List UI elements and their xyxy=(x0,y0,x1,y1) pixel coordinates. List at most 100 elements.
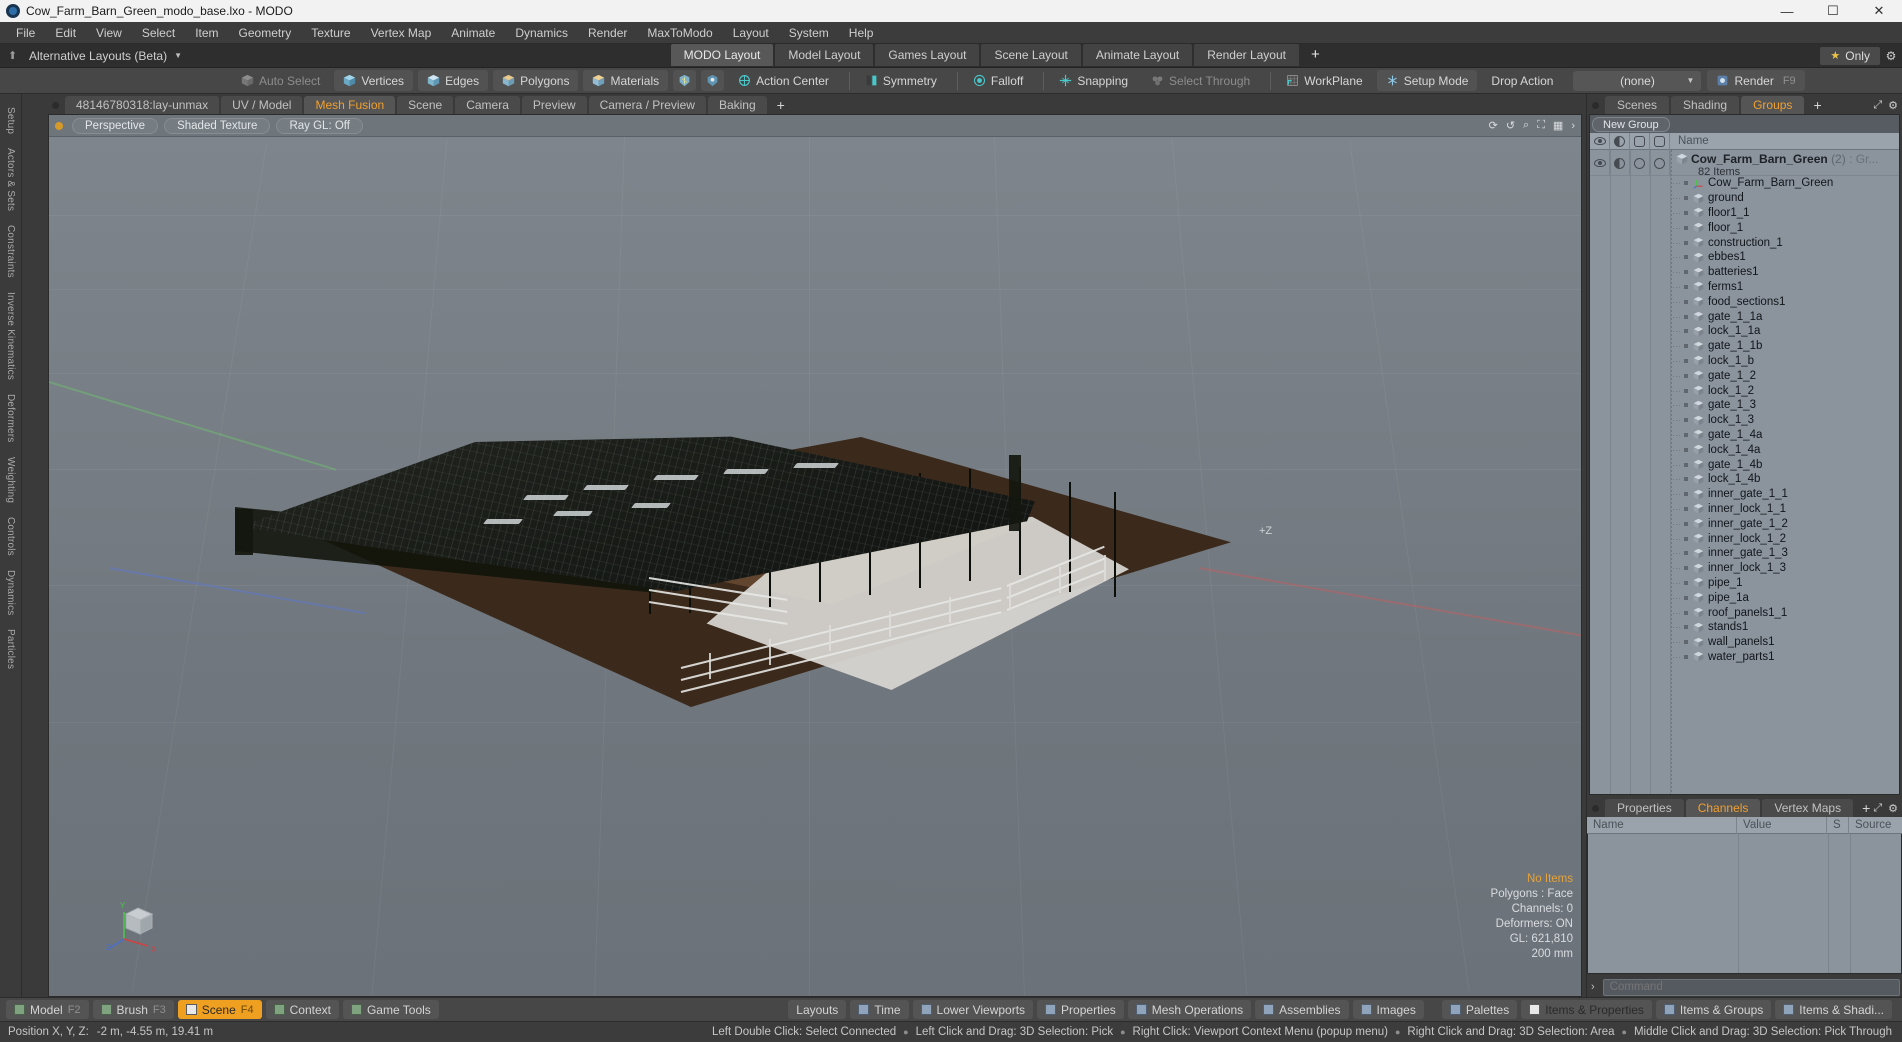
gear-icon[interactable]: ⚙ xyxy=(1884,49,1898,63)
tree-node-icon[interactable] xyxy=(1684,580,1688,585)
rail-item-constraints[interactable]: Constraints xyxy=(5,218,16,285)
select-by-shape-button[interactable] xyxy=(701,70,725,91)
column-render-icon[interactable] xyxy=(1630,132,1650,150)
tree-node-icon[interactable] xyxy=(1684,344,1688,349)
undo-icon[interactable]: ↺ xyxy=(1506,119,1515,132)
tree-node-icon[interactable] xyxy=(1684,477,1688,482)
viewport-tab-uv-model[interactable]: UV / Model xyxy=(221,96,303,114)
vertices-button[interactable]: Vertices xyxy=(334,70,414,91)
drop-action-select[interactable]: (none) ▼ xyxy=(1573,70,1702,91)
edges-button[interactable]: Edges xyxy=(418,70,489,91)
tree-node-icon[interactable] xyxy=(1684,388,1688,393)
viewport-tab-48146780318-lay-unmax[interactable]: 48146780318:lay-unmax xyxy=(65,96,220,114)
viewport-menu-dot-icon[interactable] xyxy=(52,102,59,109)
layout-tab-render-layout[interactable]: Render Layout xyxy=(1194,43,1299,66)
tree-node-icon[interactable] xyxy=(1684,210,1688,215)
tree-node-icon[interactable] xyxy=(1684,447,1688,452)
expand-icon[interactable]: ⤢ xyxy=(1873,802,1882,815)
channels-table-body[interactable] xyxy=(1587,834,1902,974)
rail-item-setup[interactable]: Setup xyxy=(5,100,16,141)
viewport-3d-scene[interactable]: +Z Z Y X No Items Polygons: Face Channe… xyxy=(49,137,1581,996)
menu-item-view[interactable]: View xyxy=(86,22,132,44)
viewport-tab-scene[interactable]: Scene xyxy=(397,96,454,114)
tree-node-icon[interactable] xyxy=(1684,403,1688,408)
tree-node-icon[interactable] xyxy=(1684,240,1688,245)
menu-item-dynamics[interactable]: Dynamics xyxy=(505,22,578,44)
palette-toggle-palettes[interactable]: Palettes xyxy=(1441,1000,1518,1019)
add-viewport-tab-button[interactable]: + xyxy=(769,96,793,114)
viewport-3d[interactable]: Perspective Shaded Texture Ray GL: Off ⟳… xyxy=(48,114,1582,997)
bottom-dock-tab-vertex-maps[interactable]: Vertex Maps xyxy=(1762,799,1854,817)
rail-item-dynamics[interactable]: Dynamics xyxy=(5,563,16,623)
menu-item-edit[interactable]: Edit xyxy=(45,22,86,44)
expand-icon[interactable]: ⤢ xyxy=(1873,99,1882,112)
tree-node-icon[interactable] xyxy=(1684,181,1688,186)
layout-tab-scene-layout[interactable]: Scene Layout xyxy=(981,43,1081,66)
bottom-dock-tab-properties[interactable]: Properties xyxy=(1605,799,1684,817)
rail-item-particles[interactable]: Particles xyxy=(5,622,16,676)
panel-menu-dot-icon[interactable] xyxy=(1592,805,1599,812)
viewport-tab-mesh-fusion[interactable]: Mesh Fusion xyxy=(304,96,396,114)
chevron-right-icon[interactable]: › xyxy=(1571,120,1575,132)
tree-node-icon[interactable] xyxy=(1684,418,1688,423)
select-by-previous-button[interactable] xyxy=(673,70,697,91)
tree-node-icon[interactable] xyxy=(1684,225,1688,230)
rail-item-weighting[interactable]: Weighting xyxy=(5,450,16,510)
select-through-button[interactable]: Select Through xyxy=(1142,70,1259,91)
tree-node-icon[interactable] xyxy=(1684,492,1688,497)
layout-tab-games-layout[interactable]: Games Layout xyxy=(875,43,980,66)
mode-button-brush[interactable]: Brush F3 xyxy=(92,1000,174,1019)
tree-node-icon[interactable] xyxy=(1684,314,1688,319)
mode-button-game-tools[interactable]: Game Tools xyxy=(342,1000,439,1019)
alternative-layouts-menu[interactable]: Alternative Layouts (Beta) ▼ xyxy=(0,49,182,63)
right-dock-tab-add-button[interactable]: + xyxy=(1806,96,1828,114)
layout-tab-modo-layout[interactable]: MODO Layout xyxy=(670,43,774,66)
gear-icon[interactable]: ⚙ xyxy=(1888,802,1898,815)
new-group-button[interactable]: New Group xyxy=(1592,116,1670,132)
viewport-tab-camera-preview[interactable]: Camera / Preview xyxy=(588,96,706,114)
column-select-icon[interactable] xyxy=(1650,132,1670,150)
close-button[interactable]: ✕ xyxy=(1856,0,1902,22)
maximize-button[interactable]: ☐ xyxy=(1810,0,1856,22)
bottom-dock-tab-channels[interactable]: Channels xyxy=(1685,799,1761,817)
snapping-button[interactable]: Snapping xyxy=(1050,70,1137,91)
workplane-button[interactable]: WorkPlane xyxy=(1277,70,1371,91)
panel-toggle-images[interactable]: Images xyxy=(1352,1000,1424,1019)
auto-select-button[interactable]: Auto Select xyxy=(232,70,329,91)
shading-mode-button[interactable]: Shaded Texture xyxy=(164,117,271,134)
tree-node-icon[interactable] xyxy=(1684,358,1688,363)
viewport-tab-baking[interactable]: Baking xyxy=(707,96,767,114)
tree-node-icon[interactable] xyxy=(1684,462,1688,467)
tree-node-icon[interactable] xyxy=(1684,432,1688,437)
right-dock-tab-shading[interactable]: Shading xyxy=(1671,96,1740,114)
palette-toggle-items-groups[interactable]: Items & Groups xyxy=(1655,1000,1772,1019)
column-shading-icon[interactable] xyxy=(1610,132,1630,150)
palette-toggle-items-shadi-[interactable]: Items & Shadi... xyxy=(1775,1000,1892,1019)
mode-button-context[interactable]: Context xyxy=(265,1000,339,1019)
menu-item-select[interactable]: Select xyxy=(132,22,185,44)
menu-item-help[interactable]: Help xyxy=(839,22,884,44)
action-center-button[interactable]: Action Center xyxy=(729,70,838,91)
layout-tab-model-layout[interactable]: Model Layout xyxy=(775,43,874,66)
mode-button-scene[interactable]: Scene F4 xyxy=(177,1000,262,1019)
tree-node-icon[interactable] xyxy=(1684,196,1688,201)
panel-toggle-mesh-operations[interactable]: Mesh Operations xyxy=(1127,1000,1252,1019)
rail-item-inverse-kinematics[interactable]: Inverse Kinematics xyxy=(5,285,16,387)
tree-node-icon[interactable] xyxy=(1684,373,1688,378)
menu-item-geometry[interactable]: Geometry xyxy=(229,22,302,44)
rail-item-actors-sets[interactable]: Actors & Sets xyxy=(5,141,16,218)
menu-item-vertex-map[interactable]: Vertex Map xyxy=(361,22,442,44)
rail-item-controls[interactable]: Controls xyxy=(5,510,16,563)
tree-node-icon[interactable] xyxy=(1684,284,1688,289)
tree-node-icon[interactable] xyxy=(1684,566,1688,571)
panel-toggle-properties[interactable]: Properties xyxy=(1037,1000,1124,1019)
menu-item-texture[interactable]: Texture xyxy=(301,22,360,44)
tree-node-icon[interactable] xyxy=(1684,654,1688,659)
menu-item-maxtomodo[interactable]: MaxToModo xyxy=(637,22,722,44)
zoom-icon[interactable]: ⌕ xyxy=(1523,119,1529,132)
menu-item-item[interactable]: Item xyxy=(185,22,228,44)
panel-menu-dot-icon[interactable] xyxy=(1592,102,1599,109)
tree-node-icon[interactable] xyxy=(1684,625,1688,630)
viewport-menu-dot-icon[interactable] xyxy=(55,121,63,130)
layout-icon[interactable]: ▦ xyxy=(1553,119,1563,132)
